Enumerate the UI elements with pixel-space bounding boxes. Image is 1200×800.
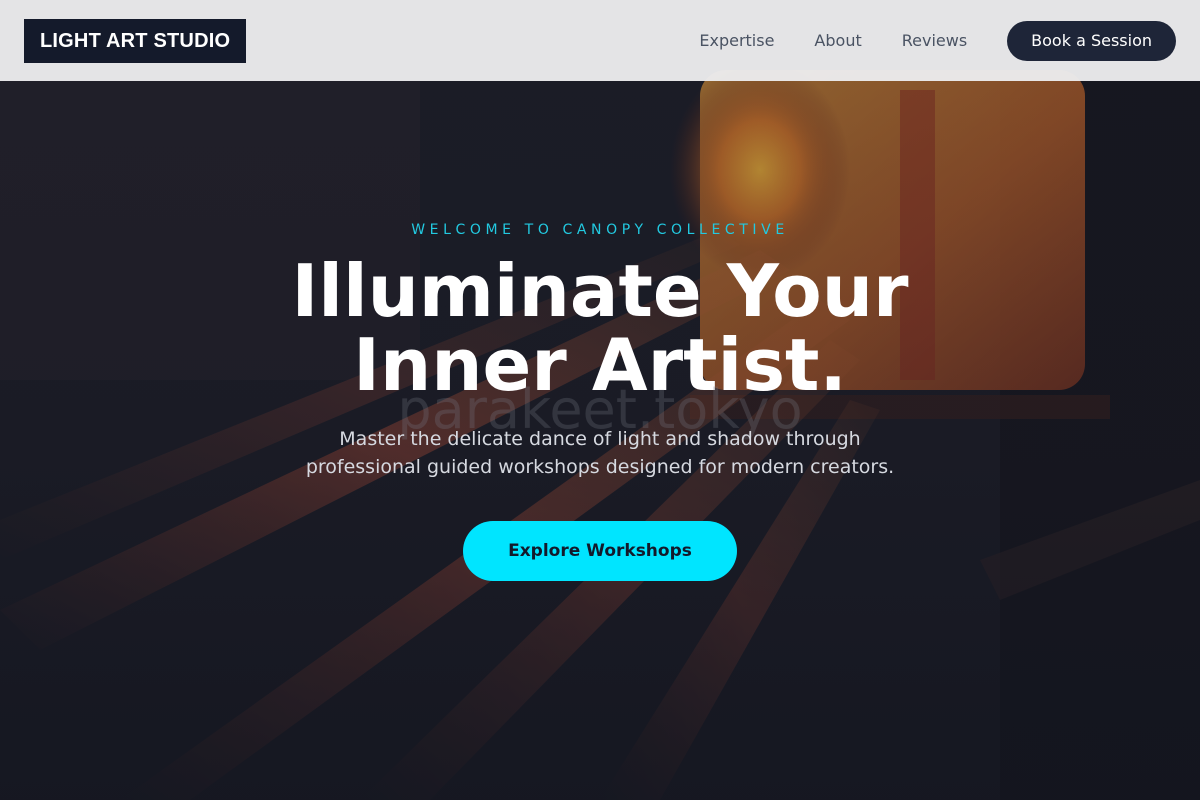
hero-title-line-1: Illuminate Your	[291, 249, 909, 333]
main-nav: Expertise About Reviews Book a Session	[699, 20, 1176, 61]
hero-eyebrow: WELCOME TO CANOPY COLLECTIVE	[411, 222, 789, 238]
site-header: LIGHT ART STUDIO Expertise About Reviews…	[0, 0, 1200, 81]
book-session-button[interactable]: Book a Session	[1007, 20, 1176, 61]
landing-page: LIGHT ART STUDIO Expertise About Reviews…	[0, 0, 1200, 800]
hero-subtitle-line-1: Master the delicate dance of light and s…	[339, 428, 861, 450]
hero-subtitle-line-2: professional guided workshops designed f…	[305, 456, 895, 478]
nav-link-expertise[interactable]: Expertise	[699, 31, 774, 50]
nav-link-reviews[interactable]: Reviews	[902, 31, 967, 50]
logo[interactable]: LIGHT ART STUDIO	[24, 18, 247, 63]
explore-workshops-button[interactable]: Explore Workshops	[463, 521, 737, 581]
nav-link-about[interactable]: About	[814, 31, 861, 50]
hero-subtitle: Master the delicate dance of light and s…	[0, 425, 1200, 481]
hero-section: WELCOME TO CANOPY COLLECTIVE Illuminate …	[0, 0, 1200, 800]
